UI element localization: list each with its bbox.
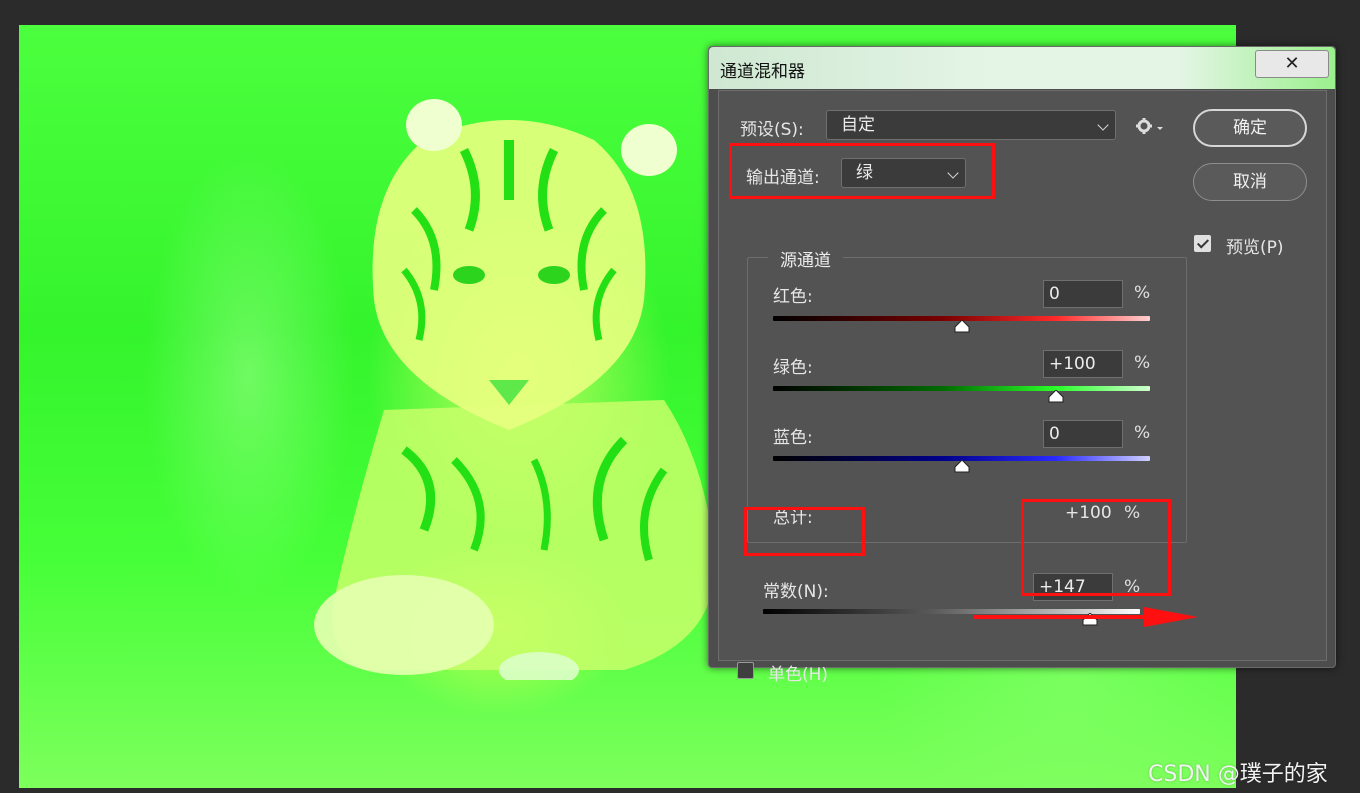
ok-button[interactable]: 确定	[1193, 109, 1307, 147]
red-channel-input[interactable]: 0	[1043, 280, 1123, 308]
source-channels-title: 源通道	[768, 246, 843, 271]
green-slider-track[interactable]	[773, 386, 1150, 391]
cancel-button[interactable]: 取消	[1193, 163, 1307, 201]
dialog-title: 通道混和器	[720, 62, 805, 82]
green-slider-thumb[interactable]	[1048, 390, 1064, 403]
watermark-text: CSDN @璞子的家	[1148, 762, 1328, 787]
green-percent-sign: %	[1134, 353, 1151, 373]
green-channel-label: 绿色:	[773, 358, 813, 378]
red-channel-label: 红色:	[773, 287, 813, 307]
monochrome-label: 单色(H)	[768, 665, 829, 685]
constant-label: 常数(N):	[763, 582, 829, 602]
red-slider-thumb[interactable]	[954, 320, 970, 333]
preset-value: 自定	[841, 115, 875, 135]
blue-percent-sign: %	[1134, 423, 1151, 443]
annotation-box-output-channel	[729, 143, 995, 199]
preset-select[interactable]: 自定	[826, 110, 1116, 140]
tiger-image	[314, 99, 715, 680]
green-channel-input[interactable]: +100	[1043, 350, 1123, 378]
preview-checkbox[interactable]	[1194, 235, 1211, 252]
arrow-right-icon	[974, 607, 1198, 627]
preset-label: 预设(S):	[740, 120, 804, 140]
blue-slider-thumb[interactable]	[954, 460, 970, 473]
dialog-titlebar[interactable]: 通道混和器 ✕	[709, 47, 1335, 89]
blue-channel-label: 蓝色:	[773, 428, 813, 448]
gear-icon[interactable]	[1136, 118, 1166, 134]
annotation-box-constant-value	[1021, 499, 1171, 596]
blue-channel-input[interactable]: 0	[1043, 420, 1123, 448]
red-percent-sign: %	[1134, 283, 1151, 303]
annotation-box-constant-label	[744, 507, 865, 556]
chevron-down-icon	[1097, 119, 1109, 131]
monochrome-checkbox[interactable]	[737, 662, 754, 679]
preview-label: 预览(P)	[1226, 238, 1284, 258]
close-button[interactable]: ✕	[1255, 50, 1329, 78]
